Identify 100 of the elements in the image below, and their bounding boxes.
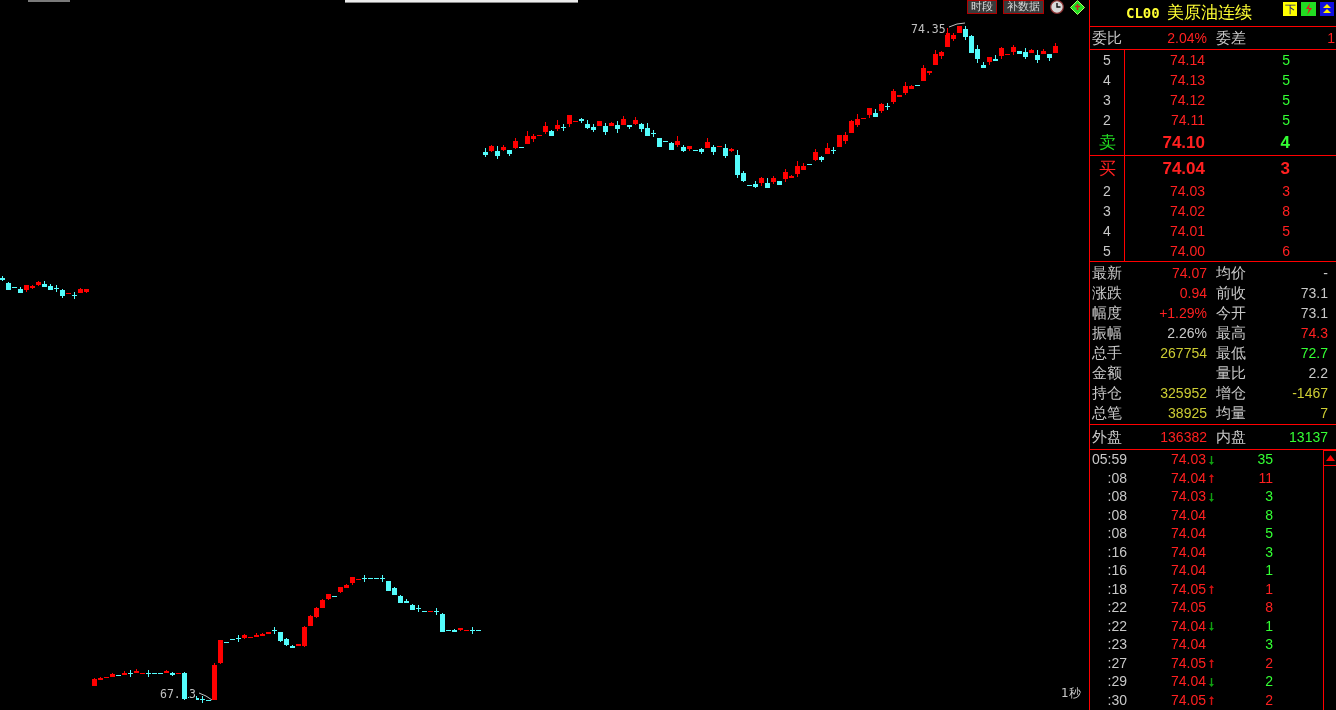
tick-volume: 8 bbox=[1265, 506, 1273, 523]
tick-time: :08 bbox=[1107, 488, 1127, 505]
stat-value: 325952 bbox=[1160, 384, 1207, 402]
price-text: 74.14 bbox=[1169, 52, 1205, 68]
diff-value: 1 bbox=[1327, 29, 1335, 47]
tick-price: 74.05 bbox=[1170, 580, 1206, 597]
tick-volume: 3 bbox=[1265, 488, 1273, 505]
tick-volume: 5 bbox=[1265, 525, 1273, 542]
price-text: 74.11 bbox=[1171, 112, 1205, 128]
ratio-value: 2.04% bbox=[1167, 29, 1207, 47]
stat-value: - bbox=[1323, 264, 1328, 282]
stat-value: 72.7 bbox=[1300, 344, 1328, 362]
level-label: 3 bbox=[1103, 203, 1111, 219]
diff-label: 委差 bbox=[1216, 29, 1246, 47]
level-label: 4 bbox=[1103, 72, 1111, 88]
level-label: 5 bbox=[1103, 52, 1111, 68]
tick-volume: 2 bbox=[1265, 691, 1273, 708]
level-label: 4 bbox=[1103, 223, 1111, 239]
stat-label: 前收 bbox=[1216, 284, 1246, 302]
tick-price: 74.03 bbox=[1170, 488, 1206, 505]
tick-price: 74.05 bbox=[1170, 654, 1206, 671]
period-label: 1秒 bbox=[1061, 687, 1081, 700]
stat-label: 涨跌 bbox=[1092, 284, 1122, 302]
stat-label: 金额 bbox=[1092, 364, 1122, 382]
price-text: 74.10 bbox=[1162, 132, 1205, 153]
price-text: 74.13 bbox=[1169, 72, 1205, 88]
stat-label: 今开 bbox=[1216, 304, 1246, 322]
volume-text: 5 bbox=[1282, 52, 1290, 68]
tick-time: :08 bbox=[1107, 525, 1127, 542]
stat-label: 均量 bbox=[1216, 404, 1246, 422]
tick-volume: 2 bbox=[1265, 654, 1273, 671]
split-value: 13137 bbox=[1289, 428, 1328, 446]
tick-time: :18 bbox=[1107, 580, 1127, 597]
tick-volume: 3 bbox=[1265, 636, 1273, 653]
price-text: 74.03 bbox=[1169, 183, 1205, 199]
tick-price: 74.04 bbox=[1170, 543, 1206, 560]
split-label: 内盘 bbox=[1216, 428, 1246, 446]
stat-label: 增仓 bbox=[1216, 384, 1246, 402]
tick-time: :16 bbox=[1107, 543, 1127, 560]
clock-icon[interactable] bbox=[1050, 0, 1064, 14]
tick-time: :22 bbox=[1107, 599, 1127, 616]
price-text: 74.12 bbox=[1169, 92, 1205, 108]
tick-time: :27 bbox=[1107, 654, 1127, 671]
stat-label: 总笔 bbox=[1092, 404, 1122, 422]
tick-time: :22 bbox=[1107, 617, 1127, 634]
level-label: 2 bbox=[1103, 183, 1111, 199]
stat-value: 0.94 bbox=[1179, 284, 1207, 302]
toolbar-button[interactable]: 时段 bbox=[967, 0, 997, 14]
stat-label: 振幅 bbox=[1092, 324, 1122, 342]
price-text: 74.01 bbox=[1169, 223, 1205, 239]
stat-value: 38925 bbox=[1168, 404, 1207, 422]
volume-text: 8 bbox=[1282, 203, 1290, 219]
tick-price: 74.04 bbox=[1170, 562, 1206, 579]
tick-volume: 3 bbox=[1265, 543, 1273, 560]
stat-label: 最低 bbox=[1216, 344, 1246, 362]
stat-value: 267754 bbox=[1160, 344, 1207, 362]
chevrons-up-icon[interactable] bbox=[1320, 2, 1334, 16]
volume-text: 3 bbox=[1280, 158, 1290, 179]
stat-value: 74.07 bbox=[1171, 264, 1207, 282]
stat-label: 持仓 bbox=[1092, 384, 1122, 402]
volume-text: 5 bbox=[1282, 112, 1290, 128]
price-text: 74.02 bbox=[1169, 203, 1205, 219]
tick-volume: 1 bbox=[1265, 562, 1273, 579]
stat-label: 总手 bbox=[1092, 344, 1122, 362]
tick-time: :30 bbox=[1107, 691, 1127, 708]
tick-time: :23 bbox=[1107, 636, 1127, 653]
level-label: 2 bbox=[1103, 112, 1111, 128]
ratio-label: 委比 bbox=[1092, 29, 1122, 47]
scrollbar[interactable] bbox=[1323, 450, 1336, 710]
split-label: 外盘 bbox=[1092, 428, 1122, 446]
stat-value: 7 bbox=[1320, 404, 1328, 422]
stat-value: 73.1 bbox=[1300, 284, 1328, 302]
tick-price: 74.04 bbox=[1170, 636, 1206, 653]
stat-label: 均价 bbox=[1216, 264, 1246, 282]
price-text: 74.00 bbox=[1169, 243, 1205, 259]
up-triangle-icon bbox=[1325, 455, 1335, 461]
diamond-icon[interactable] bbox=[1070, 0, 1085, 15]
edge-strip bbox=[28, 0, 70, 2]
volume-text: 4 bbox=[1280, 132, 1290, 153]
tick-price: 74.04 bbox=[1170, 506, 1206, 523]
stat-value: 2.2 bbox=[1308, 364, 1328, 382]
stat-value: +1.29% bbox=[1159, 304, 1207, 322]
scroll-thumb[interactable] bbox=[345, 0, 578, 3]
level-label: 买 bbox=[1098, 158, 1116, 179]
tick-price: 74.04 bbox=[1170, 525, 1206, 542]
stat-label: 量比 bbox=[1216, 364, 1246, 382]
level-label: 卖 bbox=[1098, 132, 1116, 153]
tick-time: :29 bbox=[1107, 673, 1127, 690]
tick-volume: 11 bbox=[1258, 469, 1273, 486]
stat-label: 最新 bbox=[1092, 264, 1122, 282]
volume-text: 5 bbox=[1282, 92, 1290, 108]
tick-volume: 1 bbox=[1265, 580, 1273, 597]
split-value: 136382 bbox=[1160, 428, 1207, 446]
tick-price: 74.05 bbox=[1170, 599, 1206, 616]
stat-label: 幅度 bbox=[1092, 304, 1122, 322]
toolbar-button[interactable]: 补数据 bbox=[1003, 0, 1044, 14]
level-label: 3 bbox=[1103, 92, 1111, 108]
tick-price: 74.04 bbox=[1170, 617, 1206, 634]
toggle-button[interactable]: 下 bbox=[1283, 2, 1297, 16]
stat-value: 2.26% bbox=[1167, 324, 1207, 342]
